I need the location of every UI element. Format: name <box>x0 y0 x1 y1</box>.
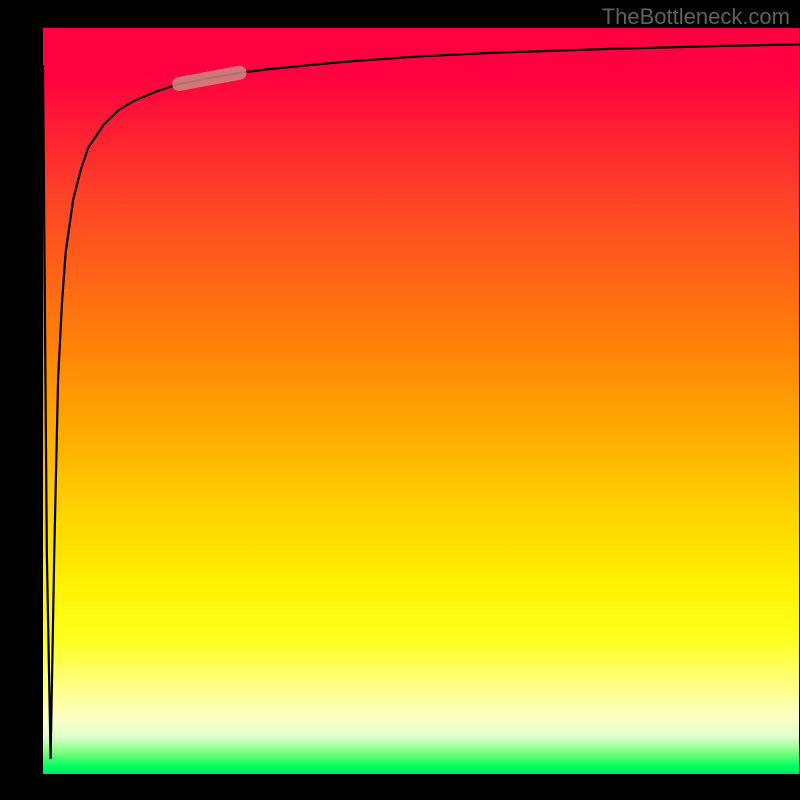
bottleneck-curve-line <box>43 44 799 759</box>
watermark-text: TheBottleneck.com <box>602 4 790 30</box>
bottom-black-bar <box>0 774 800 800</box>
chart-svg <box>43 28 799 774</box>
curve-marker <box>179 73 239 84</box>
chart-area <box>43 28 799 774</box>
